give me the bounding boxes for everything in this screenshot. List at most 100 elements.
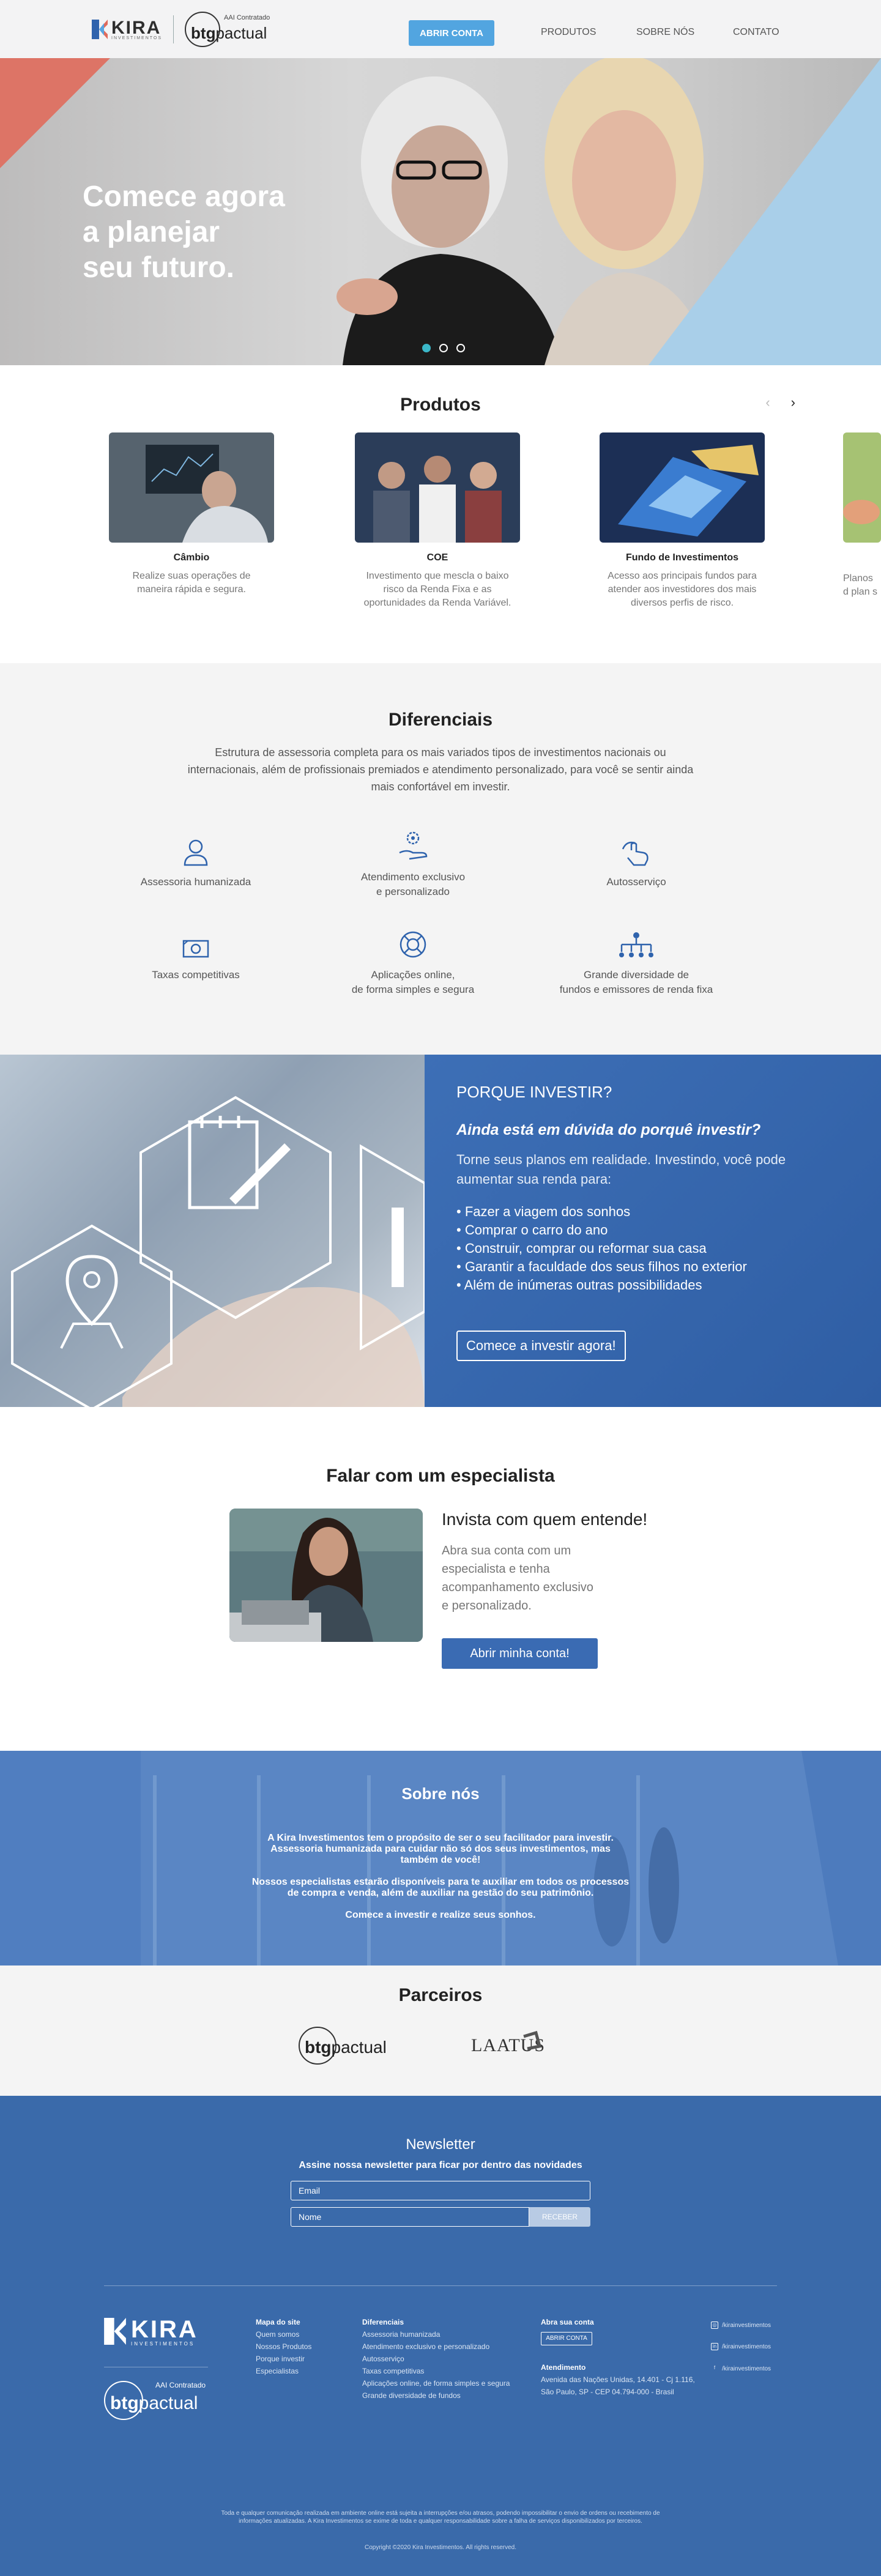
product-desc: Investimento que mescla o baixo risco da… [363, 571, 511, 608]
newsletter-submit-button[interactable]: RECEBER [529, 2207, 590, 2227]
footer: Newsletter Assine nossa newsletter para … [0, 2096, 881, 2576]
prev-arrow-icon[interactable]: ‹ [765, 395, 770, 410]
about-paragraph-2: Nossos especialistas estarão disponíveis… [251, 1877, 630, 1898]
differential-taxas: Taxas competitivas [98, 926, 294, 982]
differential-atendimento: Atendimento exclusivo e personalizado [315, 828, 511, 899]
footer-open-account: Abra sua conta ABRIR CONTA Atendimento A… [541, 2316, 695, 2398]
open-account-button[interactable]: ABRIR CONTA [409, 20, 494, 46]
about-content: Sobre nós A Kira Investimentos tem o pro… [0, 1751, 881, 1921]
about-paragraph-1: A Kira Investimentos tem o propósito de … [267, 1833, 614, 1865]
kira-k-icon [104, 2318, 126, 2345]
footer-open-account-button[interactable]: ABRIR CONTA [541, 2332, 592, 2345]
hero-banner: Comece agora a planejar seu futuro. [0, 58, 881, 365]
footer-linkedin[interactable]: in/kirainvestimentos [711, 2343, 771, 2350]
product-image [843, 432, 881, 543]
products-section: Produtos ‹ › Câmbio Realize suas operaçõ… [0, 365, 881, 663]
partners-title: Parceiros [398, 1985, 483, 2005]
logo-divider [173, 15, 174, 43]
footer-instagram[interactable]: ◎/kirainvestimentos [711, 2322, 771, 2329]
differentials-title: Diferenciais [388, 710, 493, 730]
footer-kira-logo[interactable]: KIRA INVESTIMENTOS [104, 2316, 198, 2347]
why-invest-kicker: PORQUE INVESTIR? [456, 1083, 612, 1101]
product-name: Câmbio [173, 552, 210, 563]
specialist-title: Falar com um especialista [326, 1466, 555, 1486]
newsletter-email-input[interactable]: Email [291, 2181, 590, 2200]
facebook-icon: f [713, 2365, 716, 2370]
specialist-text: Abra sua conta com um especialista e ten… [442, 1544, 593, 1613]
nav-link-contato[interactable]: CONTATO [733, 27, 779, 38]
differentials-section: Diferenciais Estrutura de assessoria com… [0, 663, 881, 1055]
newsletter-title: Newsletter [406, 2136, 475, 2153]
products-title: Produtos [400, 395, 481, 415]
open-my-account-button[interactable]: Abrir minha conta! [442, 1638, 598, 1669]
list-item: • Fazer a viagem dos sonhos [456, 1204, 631, 1219]
network-icon [619, 932, 653, 957]
carousel-dots [422, 344, 465, 352]
carousel-dot-2[interactable] [439, 344, 448, 352]
hand-gear-icon [399, 831, 428, 860]
footer-link[interactable]: Aplicações online, de forma simples e se… [362, 2377, 510, 2389]
product-desc: Realize suas operações de maneira rápida… [132, 571, 251, 595]
footer-link[interactable]: Nossos Produtos [256, 2340, 311, 2353]
newsletter-subtitle: Assine nossa newsletter para ficar por d… [299, 2160, 582, 2170]
footer-link[interactable]: Assessoria humanizada [362, 2328, 510, 2340]
list-item: • Garantir a faculdade dos seus filhos n… [456, 1259, 747, 1274]
nav-link-produtos[interactable]: PRODUTOS [541, 27, 596, 38]
list-item: • Além de inúmeras outras possibilidades [456, 1277, 702, 1293]
footer-link[interactable]: Atendimento exclusivo e personalizado [362, 2340, 510, 2353]
footer-btg-logo[interactable]: AAI Contratado btgpactual [104, 2380, 211, 2420]
footer-sitemap: Mapa do site Quem somos Nossos Produtos … [256, 2316, 311, 2377]
list-item: • Construir, comprar ou reformar sua cas… [456, 1241, 707, 1256]
carousel-dot-3[interactable] [456, 344, 465, 352]
product-card-coe[interactable]: COE Investimento que mescla o baixo risc… [355, 432, 520, 610]
laatus-mark-icon [523, 2030, 542, 2051]
why-invest-list: • Fazer a viagem dos sonhos • Comprar o … [456, 1203, 881, 1294]
linkedin-icon: in [711, 2343, 718, 2350]
footer-link[interactable]: Porque investir [256, 2353, 311, 2365]
footer-facebook[interactable]: f/kirainvestimentos [711, 2365, 771, 2372]
why-invest-question: Ainda está em dúvida do porquê investir? [456, 1121, 761, 1138]
why-invest-panel: PORQUE INVESTIR? Ainda está em dúvida do… [425, 1055, 881, 1407]
carousel-dot-1[interactable] [422, 344, 431, 352]
footer-link[interactable]: Autosserviço [362, 2353, 510, 2365]
footer-link[interactable]: Quem somos [256, 2328, 311, 2340]
product-card-fundos[interactable]: Fundo de Investimentos Acesso aos princi… [600, 432, 765, 610]
hero-title: Comece agora a planejar seu futuro. [83, 180, 285, 284]
product-name: Fundo de Investimentos [625, 552, 738, 563]
kira-subtitle: INVESTIMENTOS [111, 36, 163, 40]
brand[interactable]: KIRA INVESTIMENTOS btgpactual AAI Contra… [92, 11, 270, 47]
partner-laatus-logo[interactable]: LAATUS [471, 2030, 545, 2056]
differentials-intro: Estrutura de assessoria completa para os… [187, 746, 694, 793]
footer-address-line: Avenida das Nações Unidas, 14.401 - Cj 1… [541, 2375, 695, 2384]
touch-icon [622, 841, 649, 866]
product-desc: Planos d plan s [843, 573, 878, 597]
hero-blue-triangle [649, 58, 881, 365]
next-arrow-icon[interactable]: › [791, 395, 795, 410]
footer-link[interactable]: Especialistas [256, 2365, 311, 2377]
kira-wordmark: KIRA [111, 18, 162, 38]
product-image [109, 432, 274, 543]
differential-autosservico: Autosserviço [538, 833, 734, 889]
btg-wordmark: btgpactual [191, 23, 267, 42]
start-investing-button[interactable]: Comece a investir agora! [456, 1331, 626, 1361]
footer-copyright: Copyright ©2020 Kira Investimentos. All … [364, 2544, 517, 2551]
footer-link[interactable]: Grande diversidade de fundos [362, 2389, 510, 2402]
products-arrows: ‹ › [765, 395, 795, 410]
specialist-heading: Invista com quem entende! [442, 1510, 648, 1529]
top-nav: KIRA INVESTIMENTOS btgpactual AAI Contra… [0, 0, 881, 58]
product-card-cambio[interactable]: Câmbio Realize suas operações de maneira… [109, 432, 274, 596]
partner-btg-logo[interactable]: btgpactual [299, 2027, 403, 2065]
list-item: • Comprar o carro do ano [456, 1222, 608, 1238]
product-image [600, 432, 765, 543]
nav-link-sobre[interactable]: SOBRE NÓS [636, 27, 694, 38]
page: KIRA INVESTIMENTOS btgpactual AAI Contra… [0, 0, 881, 2576]
newsletter-name-input[interactable]: Nome [291, 2207, 529, 2227]
product-card-partial[interactable]: Planos d plan s [843, 432, 881, 599]
partners-section: Parceiros btgpactual LAATUS [0, 1965, 881, 2096]
differential-aplicacoes: Aplicações online, de forma simples e se… [315, 926, 511, 997]
footer-link[interactable]: Taxas competitivas [362, 2365, 510, 2377]
footer-divider [104, 2285, 777, 2286]
about-title: Sobre nós [401, 1784, 480, 1803]
product-desc: Acesso aos principais fundos para atende… [608, 571, 757, 608]
footer-disclaimer: Toda e qualquer comunicação realizada em… [221, 2510, 660, 2525]
